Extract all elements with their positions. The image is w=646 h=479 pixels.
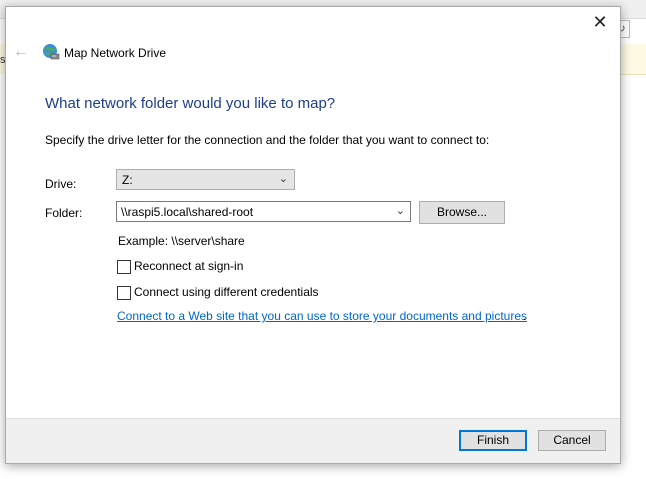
drive-select-value: Z: — [122, 173, 133, 187]
web-site-link[interactable]: Connect to a Web site that you can use t… — [117, 309, 527, 323]
chevron-down-icon: ⌄ — [278, 173, 288, 185]
page-heading: What network folder would you like to ma… — [45, 95, 336, 112]
cancel-button[interactable]: Cancel — [538, 430, 606, 451]
folder-input[interactable]: \\raspi5.local\shared-root ⌄ — [116, 201, 411, 222]
reconnect-label[interactable]: Reconnect at sign-in — [134, 259, 243, 273]
back-arrow-icon[interactable]: ← — [12, 43, 30, 61]
map-network-drive-dialog: ✕ ← Map Network Drive What network folde… — [5, 6, 621, 464]
chevron-down-icon[interactable]: ⌄ — [396, 204, 405, 217]
reconnect-checkbox[interactable] — [117, 260, 131, 274]
web-link-period: . — [523, 309, 527, 323]
drive-label: Drive: — [45, 177, 77, 191]
credentials-label[interactable]: Connect using different credentials — [134, 285, 319, 299]
finish-button[interactable]: Finish — [459, 430, 527, 451]
folder-label: Folder: — [45, 206, 83, 220]
dialog-title: Map Network Drive — [64, 46, 167, 60]
credentials-checkbox[interactable] — [117, 286, 131, 300]
browse-button[interactable]: Browse... — [419, 201, 505, 224]
dialog-footer: Finish Cancel — [6, 418, 620, 463]
instruction-text: Specify the drive letter for the connect… — [45, 133, 490, 147]
network-drive-icon — [43, 44, 60, 60]
example-text: Example: \\server\share — [118, 234, 245, 248]
close-icon[interactable]: ✕ — [588, 11, 612, 33]
drive-select[interactable]: Z: ⌄ — [116, 169, 295, 190]
folder-input-value: \\raspi5.local\shared-root — [121, 205, 254, 219]
